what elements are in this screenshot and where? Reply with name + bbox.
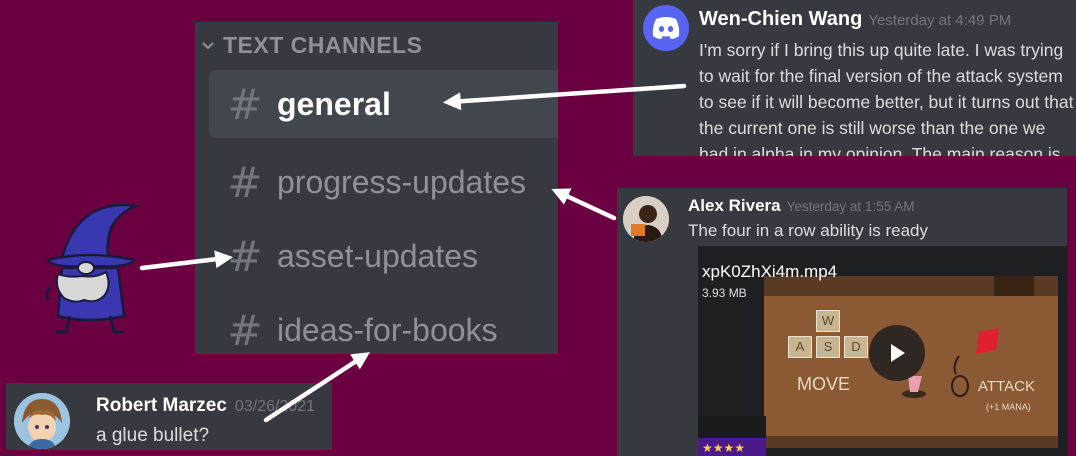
message-header: Alex Rivera Yesterday at 1:55 AM bbox=[688, 196, 914, 216]
key-w: W bbox=[816, 310, 840, 332]
thumbnail-strip: ★★★★ bbox=[698, 416, 766, 456]
mana-label: (+1 MANA) bbox=[986, 402, 1031, 412]
avatar[interactable] bbox=[14, 393, 70, 449]
key-s: S bbox=[816, 336, 840, 358]
message-header: Wen-Chien Wang Yesterday at 4:49 PM bbox=[699, 8, 1011, 31]
timestamp: Yesterday at 4:49 PM bbox=[868, 12, 1012, 29]
avatar[interactable] bbox=[623, 196, 669, 242]
channel-list: TEXT CHANNELS # general # progress-updat… bbox=[195, 22, 558, 354]
channel-asset-updates[interactable]: # asset-updates bbox=[209, 222, 558, 290]
channel-ideas-for-books[interactable]: # ideas-for-books bbox=[209, 296, 558, 355]
hash-icon: # bbox=[227, 79, 263, 129]
anime-avatar-icon bbox=[14, 393, 70, 449]
channel-label: progress-updates bbox=[277, 163, 527, 200]
move-label: MOVE bbox=[797, 374, 851, 394]
message-alex-rivera: Alex Rivera Yesterday at 1:55 AM The four… bbox=[617, 188, 1067, 456]
channel-label: asset-updates bbox=[277, 237, 479, 274]
category-label: TEXT CHANNELS bbox=[223, 32, 423, 58]
channel-progress-updates[interactable]: # progress-updates bbox=[209, 148, 558, 216]
timestamp: 03/26/2021 bbox=[234, 398, 315, 415]
hash-icon: # bbox=[227, 305, 263, 355]
channel-general[interactable]: # general bbox=[209, 70, 558, 138]
play-icon bbox=[891, 344, 905, 362]
play-button[interactable] bbox=[869, 325, 925, 381]
message-text: I'm sorry if I bring this up quite late.… bbox=[699, 40, 1074, 156]
attack-label: ATTACK bbox=[978, 378, 1035, 395]
hash-icon: # bbox=[227, 231, 263, 281]
discord-logo-icon bbox=[652, 17, 680, 39]
key-a: A bbox=[788, 336, 812, 358]
author-name[interactable]: Wen-Chien Wang bbox=[699, 8, 862, 30]
arrow-to-progress-updates bbox=[551, 188, 617, 221]
wizard-illustration bbox=[44, 203, 141, 334]
video-attachment[interactable]: W A S D MOVE ATTACK (+1 MANA) ★★★★ xpK0Z… bbox=[698, 246, 1067, 456]
key-d: D bbox=[844, 336, 868, 358]
message-header: Robert Marzec 03/26/2021 bbox=[96, 395, 315, 417]
attachment-filename[interactable]: xpK0ZhXi4m.mp4 bbox=[702, 262, 837, 282]
message-text: a glue bullet? bbox=[96, 425, 210, 446]
channel-label: ideas-for-books bbox=[277, 311, 498, 348]
timestamp: Yesterday at 1:55 AM bbox=[786, 199, 915, 214]
chevron-down-icon bbox=[202, 41, 214, 50]
message-text: The four in a row ability is ready bbox=[688, 221, 928, 240]
avatar[interactable] bbox=[643, 5, 689, 51]
message-wen-chien-wang: Wen-Chien Wang Yesterday at 4:49 PM I'm s… bbox=[633, 0, 1076, 156]
author-name[interactable]: Robert Marzec bbox=[96, 395, 227, 416]
message-robert-marzec: Robert Marzec 03/26/2021 a glue bullet? bbox=[6, 383, 332, 450]
person-avatar-icon bbox=[623, 196, 669, 242]
channel-label: general bbox=[277, 85, 391, 122]
category-text-channels[interactable]: TEXT CHANNELS bbox=[201, 32, 422, 59]
author-name[interactable]: Alex Rivera bbox=[688, 196, 781, 215]
attachment-size: 3.93 MB bbox=[702, 286, 747, 300]
svg-text:★★★★: ★★★★ bbox=[702, 441, 745, 455]
hash-icon: # bbox=[227, 157, 263, 207]
